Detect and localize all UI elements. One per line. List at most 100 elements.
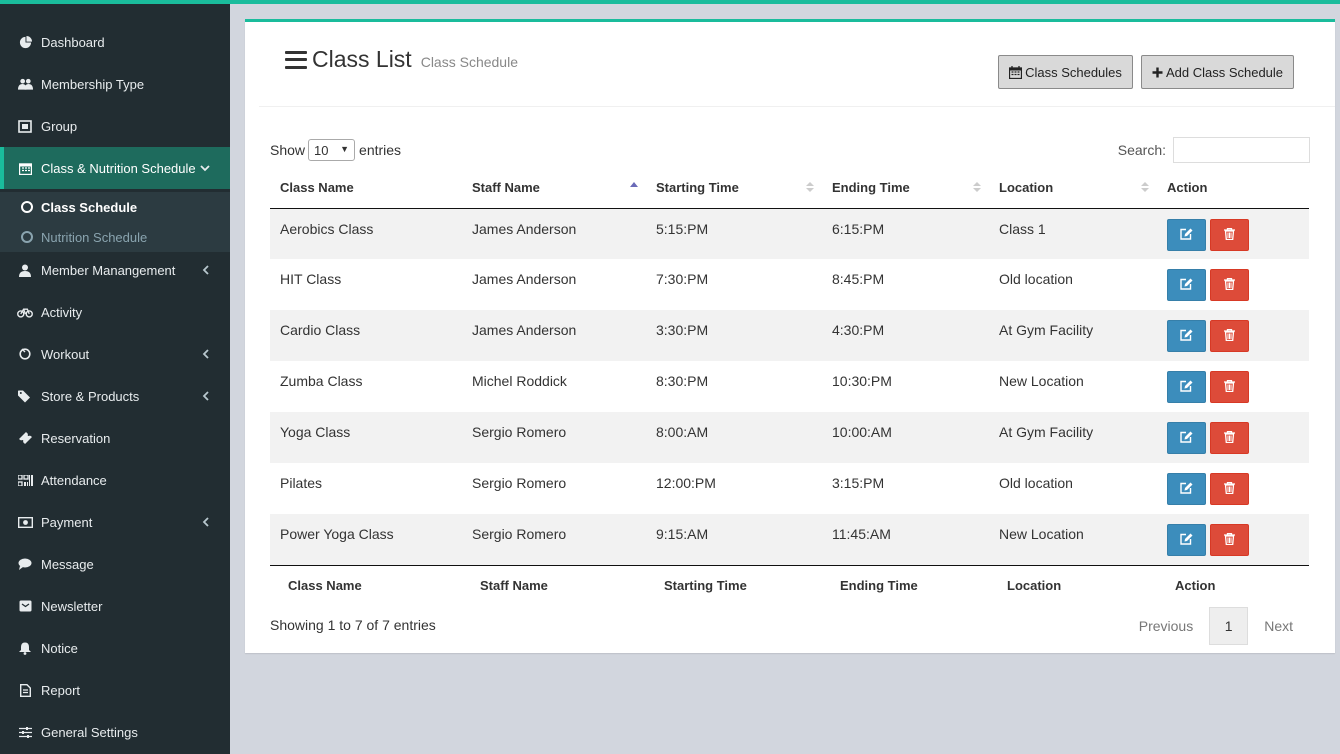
- edit-icon: [1180, 277, 1193, 293]
- column-header-location[interactable]: Location: [989, 167, 1157, 209]
- edit-button[interactable]: [1167, 473, 1206, 505]
- table-row: Zumba Class Michel Roddick 8:30:PM 10:30:PM…: [270, 361, 1309, 412]
- footer-header-staff-name: Staff Name: [462, 564, 646, 606]
- sidebar-item-newsletter[interactable]: Newsletter: [0, 585, 230, 627]
- page-1-button[interactable]: 1: [1209, 607, 1249, 645]
- page-title-text: Class List: [312, 46, 412, 72]
- add-class-schedule-button[interactable]: Add Class Schedule: [1141, 55, 1294, 89]
- trash-icon: [1224, 532, 1235, 548]
- calendar-icon: [1009, 65, 1023, 79]
- sidebar-item-store-products[interactable]: Store & Products: [0, 375, 230, 417]
- sidebar-item-notice[interactable]: Notice: [0, 627, 230, 669]
- sidebar-item-report[interactable]: Report: [0, 669, 230, 711]
- delete-button[interactable]: [1210, 371, 1249, 403]
- chevron-down-icon: [198, 161, 212, 175]
- cell-class-name: Power Yoga Class: [280, 526, 394, 542]
- bell-icon: [17, 640, 33, 656]
- column-header-ending-time[interactable]: Ending Time: [822, 167, 989, 209]
- trash-icon: [1224, 430, 1235, 446]
- edit-button[interactable]: [1167, 218, 1206, 251]
- footer-header-starting-time: Starting Time: [646, 564, 822, 606]
- delete-button[interactable]: [1210, 524, 1249, 556]
- sidebar-item-activity[interactable]: Activity: [0, 291, 230, 333]
- column-header-starting-time[interactable]: Starting Time: [646, 167, 822, 209]
- table-controls: Show 10 ▼ entries Search:: [270, 137, 1310, 163]
- cell-class-name: HIT Class: [280, 271, 342, 287]
- sidebar-item-message[interactable]: Message: [0, 543, 230, 585]
- page-length-value: 10: [314, 142, 329, 158]
- sidebar-item-payment[interactable]: Payment: [0, 501, 230, 543]
- row-actions: [1167, 218, 1309, 251]
- sidebar-item-general-settings[interactable]: General Settings: [0, 711, 230, 753]
- delete-button[interactable]: [1210, 320, 1249, 352]
- search-input[interactable]: [1173, 137, 1310, 163]
- show-label: Show: [270, 142, 306, 158]
- top-accent-bar: [230, 0, 1340, 4]
- sidebar-item-label: Store & Products: [41, 388, 140, 404]
- sidebar-item-attendance[interactable]: Attendance: [0, 459, 230, 501]
- comment-icon: [17, 556, 33, 572]
- cell-staff-name: James Anderson: [472, 271, 577, 287]
- edit-button[interactable]: [1167, 524, 1206, 556]
- column-header-staff-name[interactable]: Staff Name: [462, 167, 646, 209]
- table-row: Cardio Class James Anderson 3:30:PM 4:30:PM…: [270, 310, 1309, 361]
- sidebar-item-label: Reservation: [41, 430, 111, 446]
- sidebar-item-group[interactable]: Group: [0, 105, 230, 147]
- sidebar-item-label: Newsletter: [41, 598, 103, 614]
- sidebar-item-label: Class & Nutrition Schedule: [41, 160, 196, 176]
- delete-button[interactable]: [1210, 218, 1249, 251]
- cell-ending-time: 4:30:PM: [832, 322, 885, 338]
- chevron-left-icon: [198, 389, 212, 403]
- trash-icon: [1224, 481, 1235, 497]
- submenu-item-nutrition-schedule[interactable]: Nutrition Schedule: [0, 222, 230, 252]
- sliders-icon: [17, 724, 33, 740]
- delete-button[interactable]: [1210, 473, 1249, 505]
- previous-page-button[interactable]: Previous: [1123, 607, 1209, 645]
- submenu-item-class-schedule[interactable]: Class Schedule: [0, 192, 230, 222]
- cell-action: [1157, 310, 1309, 361]
- delete-button[interactable]: [1210, 422, 1249, 454]
- edit-button[interactable]: [1167, 320, 1206, 352]
- cell-location: New Location: [999, 526, 1084, 542]
- edit-icon: [1180, 481, 1193, 497]
- sidebar-item-label: Report: [41, 682, 81, 698]
- edit-button[interactable]: [1167, 269, 1206, 301]
- delete-button[interactable]: [1210, 269, 1249, 301]
- footer-header-ending-time: Ending Time: [822, 564, 989, 606]
- edit-button[interactable]: [1167, 422, 1206, 454]
- sidebar-item-membership-type[interactable]: Membership Type: [0, 63, 230, 105]
- sidebar-item-member-management[interactable]: Member Manangement: [0, 249, 230, 291]
- sidebar-item-label: Member Manangement: [41, 262, 176, 278]
- footer-header-class-name: Class Name: [270, 564, 462, 606]
- cell-location: At Gym Facility: [999, 322, 1094, 338]
- cell-action: [1157, 208, 1309, 259]
- caret-down-icon: ▼: [340, 144, 350, 154]
- sidebar-item-workout[interactable]: Workout: [0, 333, 230, 375]
- cell-starting-time: 3:30:PM: [656, 322, 709, 338]
- sidebar-item-label: Group: [41, 118, 78, 134]
- cell-ending-time: 10:00:AM: [832, 424, 892, 440]
- row-actions: [1167, 524, 1309, 556]
- page-length-select[interactable]: 10 ▼: [308, 139, 356, 161]
- chevron-left-icon: [198, 515, 212, 529]
- circle-icon: [21, 201, 33, 213]
- sidebar-item-label: Workout: [41, 346, 90, 362]
- sidebar-item-dashboard[interactable]: Dashboard: [0, 21, 230, 63]
- sidebar-item-reservation[interactable]: Reservation: [0, 417, 230, 459]
- class-schedules-button[interactable]: Class Schedules: [998, 55, 1133, 89]
- column-header-class-name[interactable]: Class Name: [270, 167, 462, 209]
- column-header-action: Action: [1157, 167, 1309, 209]
- chevron-left-icon: [198, 263, 212, 277]
- cell-action: [1157, 514, 1309, 565]
- trash-icon: [1224, 277, 1235, 293]
- table-info: Showing 1 to 7 of 7 entries: [270, 617, 436, 633]
- row-actions: [1167, 320, 1309, 352]
- next-page-button[interactable]: Next: [1248, 607, 1309, 645]
- qrcode-icon: [17, 472, 33, 488]
- sidebar-item-class-nutrition-schedule[interactable]: Class & Nutrition Schedule: [0, 147, 230, 189]
- row-actions: [1167, 422, 1309, 454]
- page-length-control: Show 10 ▼ entries: [270, 137, 401, 163]
- edit-button[interactable]: [1167, 371, 1206, 403]
- box-header: Class List Class Schedule Class Schedule…: [259, 22, 1335, 107]
- cell-location: Old location: [999, 475, 1073, 491]
